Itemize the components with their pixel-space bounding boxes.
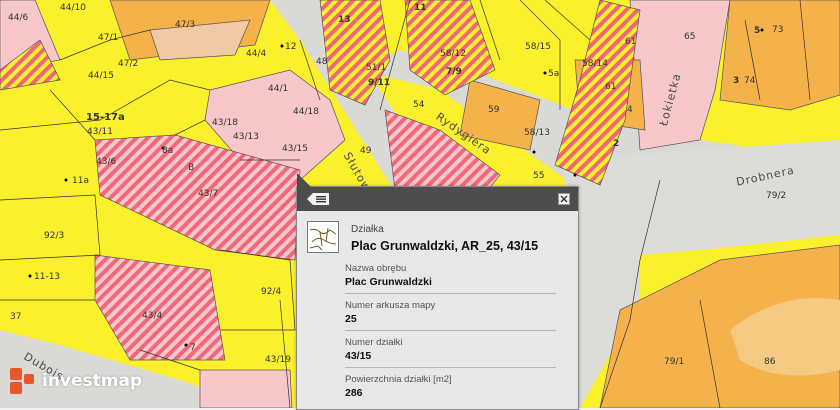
parcel-label: 65: [684, 32, 696, 42]
parcel-label: 79/1: [664, 357, 685, 367]
field-numer-dzialki: Numer działki 43/15: [345, 331, 556, 368]
logo-mark-icon: [10, 368, 34, 394]
parcel-label: 11-13: [34, 272, 61, 282]
parcel-label: 47/2: [118, 59, 139, 69]
parcel-label: 51/1: [366, 63, 387, 73]
popup-fields: Nazwa obrębu Plac Grunwaldzki Numer arku…: [297, 257, 578, 404]
parcel-label: 13: [338, 15, 351, 25]
parcel-label: 58/14: [582, 59, 608, 69]
parcel-label: 3: [733, 76, 740, 86]
parcel-label: 59: [488, 105, 500, 115]
close-button[interactable]: [558, 193, 570, 205]
parcel-label: 79/2: [766, 191, 787, 201]
parcel-label: 58/15: [525, 42, 551, 52]
field-label: Numer arkusza mapy: [345, 300, 436, 311]
parcel-map-icon: [307, 221, 339, 253]
parcel-label: 44/15: [88, 71, 114, 81]
parcel-label: 2: [613, 139, 620, 149]
parcel-label: 44/4: [246, 49, 267, 59]
parcel-label: 43/13: [233, 132, 259, 142]
parcel-label: 73: [772, 25, 784, 35]
parcel-label: 44/6: [8, 13, 29, 23]
parcel-orange-right: [719, 0, 840, 111]
parcel-label: 5a: [548, 69, 560, 79]
popup-title: Plac Grunwaldzki, AR_25, 43/15: [351, 239, 539, 253]
field-value: 25: [345, 313, 357, 325]
popup-pointer: [297, 173, 311, 187]
parcel-label: 43/11: [87, 127, 113, 137]
field-value: 286: [345, 387, 363, 399]
parcel-label: 44/10: [60, 3, 86, 13]
logo-text: investmap: [42, 371, 143, 391]
parcel-label: 47/3: [175, 20, 196, 30]
parcel-label: 47/1: [98, 33, 119, 43]
parcel-label: 43/15: [282, 144, 308, 154]
parcel-label: 44/18: [293, 107, 319, 117]
parcel-label: 92/3: [44, 231, 65, 241]
parcel-label: 61: [625, 37, 637, 47]
parcel-label: 48: [316, 57, 328, 67]
parcel-label: 43/19: [265, 355, 291, 365]
parcel-label: 7/9: [446, 67, 462, 77]
parcel-label: 43/18: [212, 118, 238, 128]
parcel-label: 92/4: [261, 287, 282, 297]
parcel-label: 9/11: [368, 78, 391, 88]
popup-layer-label: Działka: [351, 224, 384, 235]
parcel-label: 43/4: [142, 311, 163, 321]
field-powierzchnia: Powierzchnia działki [m2] 286: [345, 368, 556, 404]
field-numer-arkusza: Numer arkusza mapy 25: [345, 294, 556, 331]
parcel-label: 12: [285, 42, 297, 52]
popup-header-bar: [297, 187, 578, 211]
parcel-label: 37: [10, 312, 22, 322]
parcel-label: 4: [627, 105, 633, 115]
investmap-logo: investmap: [8, 366, 142, 396]
field-nazwa-obrebu: Nazwa obrębu Plac Grunwaldzki: [345, 257, 556, 294]
parcel-label: 58/13: [524, 128, 550, 138]
menu-icon[interactable]: [307, 193, 329, 205]
parcel-label: B: [188, 163, 195, 173]
parcel-label: 15-17a: [86, 112, 125, 123]
parcel-label: 5: [754, 26, 761, 36]
field-value: Plac Grunwaldzki: [345, 276, 432, 288]
parcel-label: 74: [744, 76, 756, 86]
field-label: Nazwa obrębu: [345, 263, 407, 274]
parcel-label: 11a: [72, 176, 89, 186]
field-label: Powierzchnia działki [m2]: [345, 374, 452, 385]
parcel-info-popup[interactable]: Działka Plac Grunwaldzki, AR_25, 43/15 N…: [296, 173, 579, 410]
parcel-label: 49: [360, 146, 372, 156]
field-value: 43/15: [345, 350, 372, 362]
parcel-label: 11: [414, 3, 427, 13]
close-icon: [560, 195, 568, 203]
parcel-label: 61: [605, 82, 617, 92]
parcel-label: 54: [413, 100, 425, 110]
parcel-label: 43/7: [198, 189, 219, 199]
parcel-label: 58/12: [440, 49, 466, 59]
field-label: Numer działki: [345, 337, 403, 348]
parcel-label: 7: [190, 343, 196, 353]
parcel-label: 8a: [162, 146, 174, 156]
popup-heading: Działka Plac Grunwaldzki, AR_25, 43/15: [307, 221, 568, 253]
parcel-pink-bottom: [199, 369, 293, 408]
parcel-label: 43/6: [96, 157, 117, 167]
parcel-label: 55: [533, 171, 545, 181]
parcel-label: 86: [764, 357, 776, 367]
parcel-label: 44/1: [268, 84, 289, 94]
